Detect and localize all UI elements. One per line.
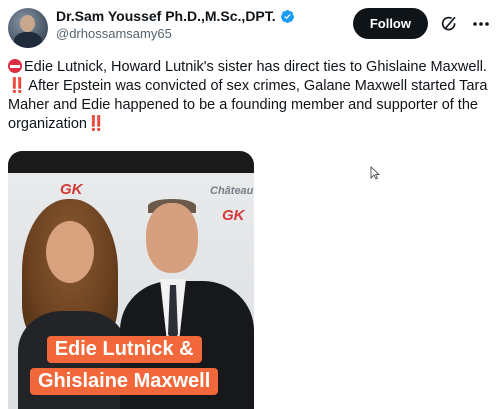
mouse-cursor-icon <box>370 166 380 180</box>
caption-line-1: Edie Lutnick & <box>46 336 202 363</box>
backdrop-logo-gk: GK <box>222 207 245 224</box>
backdrop-logo-chateau: Château <box>210 185 254 197</box>
more-dots-icon <box>473 21 489 26</box>
header-actions: Follow <box>352 6 492 39</box>
double-exclamation-icon: ‼️ <box>87 116 105 132</box>
post-text: Edie Lutnick, Howard Lutnik's sister has… <box>8 58 492 134</box>
display-name[interactable]: Dr.Sam Youssef Ph.D.,M.Sc.,DPT. <box>56 8 276 24</box>
grok-icon <box>441 16 456 30</box>
name-row: Dr.Sam Youssef Ph.D.,M.Sc.,DPT. <box>56 8 295 24</box>
author-info: Dr.Sam Youssef Ph.D.,M.Sc.,DPT. @drhossa… <box>56 6 295 41</box>
post-header: Dr.Sam Youssef Ph.D.,M.Sc.,DPT. @drhossa… <box>8 6 492 52</box>
verified-badge-icon <box>280 9 294 23</box>
author-handle[interactable]: @drhossamsamy65 <box>56 26 295 41</box>
avatar[interactable] <box>8 8 48 48</box>
backdrop-logo-gk: GK <box>60 181 83 198</box>
follow-button[interactable]: Follow <box>352 8 428 39</box>
post-paragraph-2-text: After Epstein was convicted of sex crime… <box>8 78 488 132</box>
grok-button[interactable] <box>438 13 460 35</box>
more-button[interactable] <box>470 13 492 35</box>
post-video[interactable]: GK GK Château Edie Lutnick & Ghislaine M… <box>8 151 254 409</box>
video-caption: Edie Lutnick & Ghislaine Maxwell <box>30 336 219 395</box>
post-paragraph-1: Edie Lutnick, Howard Lutnik's sister has… <box>8 58 492 77</box>
no-entry-icon <box>8 59 22 73</box>
caption-line-2: Ghislaine Maxwell <box>30 368 219 395</box>
post: Dr.Sam Youssef Ph.D.,M.Sc.,DPT. @drhossa… <box>0 0 500 409</box>
person-right-face <box>146 203 198 273</box>
post-paragraph-1-text: Edie Lutnick, Howard Lutnik's sister has… <box>24 59 487 75</box>
post-paragraph-2: ‼️ After Epstein was convicted of sex cr… <box>8 77 492 134</box>
person-left-face <box>46 221 94 283</box>
double-exclamation-icon: ‼️ <box>8 78 26 94</box>
